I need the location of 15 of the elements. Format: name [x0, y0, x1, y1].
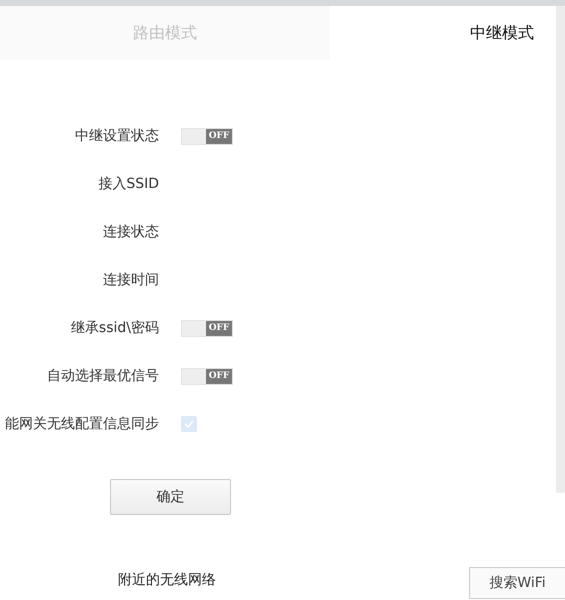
toggle-switch[interactable]: OFF: [181, 320, 233, 336]
check-icon: [183, 418, 195, 430]
toggle-switch[interactable]: OFF: [181, 128, 233, 144]
setting-label: 自动选择最优信号: [46, 367, 159, 386]
section-title: 附近的无线网络: [118, 571, 216, 589]
confirm-button[interactable]: 确定: [110, 479, 231, 515]
setting-label: 连接时间: [102, 271, 159, 290]
setting-label: 能网关无线配置信息同步: [4, 415, 159, 434]
toggle-switch[interactable]: OFF: [181, 368, 233, 384]
scrollbar[interactable]: [556, 6, 565, 493]
search-wifi-button[interactable]: 搜索WiFi: [469, 567, 565, 599]
setting-label: 接入SSID: [97, 175, 159, 194]
setting-label: 继承ssid\密码: [70, 319, 159, 338]
setting-label: 中继设置状态: [74, 127, 159, 146]
setting-label: 连接状态: [102, 223, 159, 242]
